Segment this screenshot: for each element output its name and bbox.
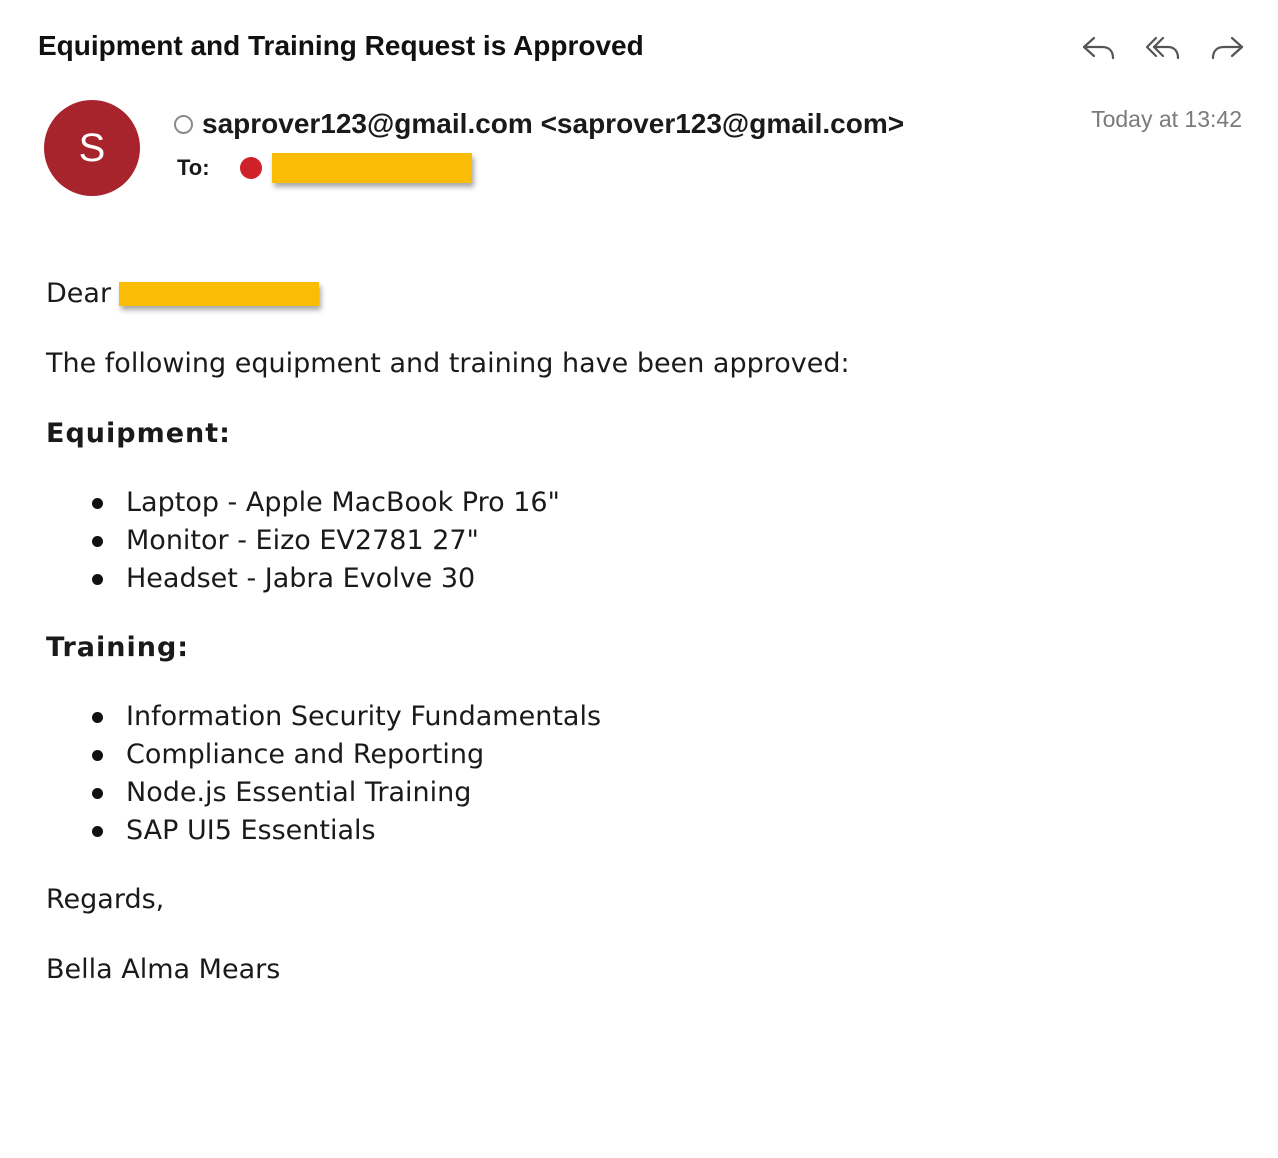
- list-item: Node.js Essential Training: [46, 774, 850, 812]
- sender-line[interactable]: saprover123@gmail.com <saprover123@gmail…: [174, 108, 904, 140]
- list-item: Headset - Jabra Evolve 30: [46, 560, 850, 598]
- reply-icon: [1082, 36, 1115, 60]
- greeting-line: Dear: [46, 276, 850, 312]
- redacted-recipient[interactable]: [272, 153, 472, 183]
- list-item: Information Security Fundamentals: [46, 698, 850, 736]
- message-actions: [1078, 30, 1248, 66]
- reply-all-button[interactable]: [1142, 30, 1184, 66]
- signature-text: Bella Alma Mears: [46, 954, 281, 985]
- closing-text: Regards,: [46, 884, 165, 915]
- message-timestamp: Today at 13:42: [1091, 106, 1242, 132]
- list-item: Compliance and Reporting: [46, 736, 850, 774]
- avatar-letter: S: [78, 125, 106, 170]
- redacted-name: [119, 282, 320, 306]
- training-list: Information Security Fundamentals Compli…: [46, 698, 850, 850]
- recipient-status-icon: [240, 157, 262, 179]
- recipient-line: To:: [177, 153, 472, 183]
- reply-button[interactable]: [1078, 30, 1120, 66]
- email-subject: Equipment and Training Request is Approv…: [38, 30, 644, 61]
- message-body: Dear The following equipment and trainin…: [46, 276, 850, 988]
- greeting-word: Dear: [46, 278, 112, 309]
- status-circle-icon: [174, 114, 193, 134]
- intro-text: The following equipment and training hav…: [46, 348, 850, 379]
- list-item: Monitor - Eizo EV2781 27": [46, 522, 850, 560]
- forward-button[interactable]: [1206, 30, 1248, 66]
- to-label: To:: [177, 155, 210, 180]
- sender-address[interactable]: saprover123@gmail.com <saprover123@gmail…: [202, 108, 904, 140]
- sender-avatar: S: [44, 100, 140, 196]
- equipment-list: Laptop - Apple MacBook Pro 16" Monitor -…: [46, 484, 850, 598]
- training-heading: Training:: [46, 632, 190, 663]
- list-item: SAP UI5 Essentials: [46, 812, 850, 850]
- equipment-heading: Equipment:: [46, 418, 231, 449]
- forward-icon: [1211, 36, 1244, 60]
- list-item: Laptop - Apple MacBook Pro 16": [46, 484, 850, 522]
- reply-all-icon: [1145, 36, 1180, 60]
